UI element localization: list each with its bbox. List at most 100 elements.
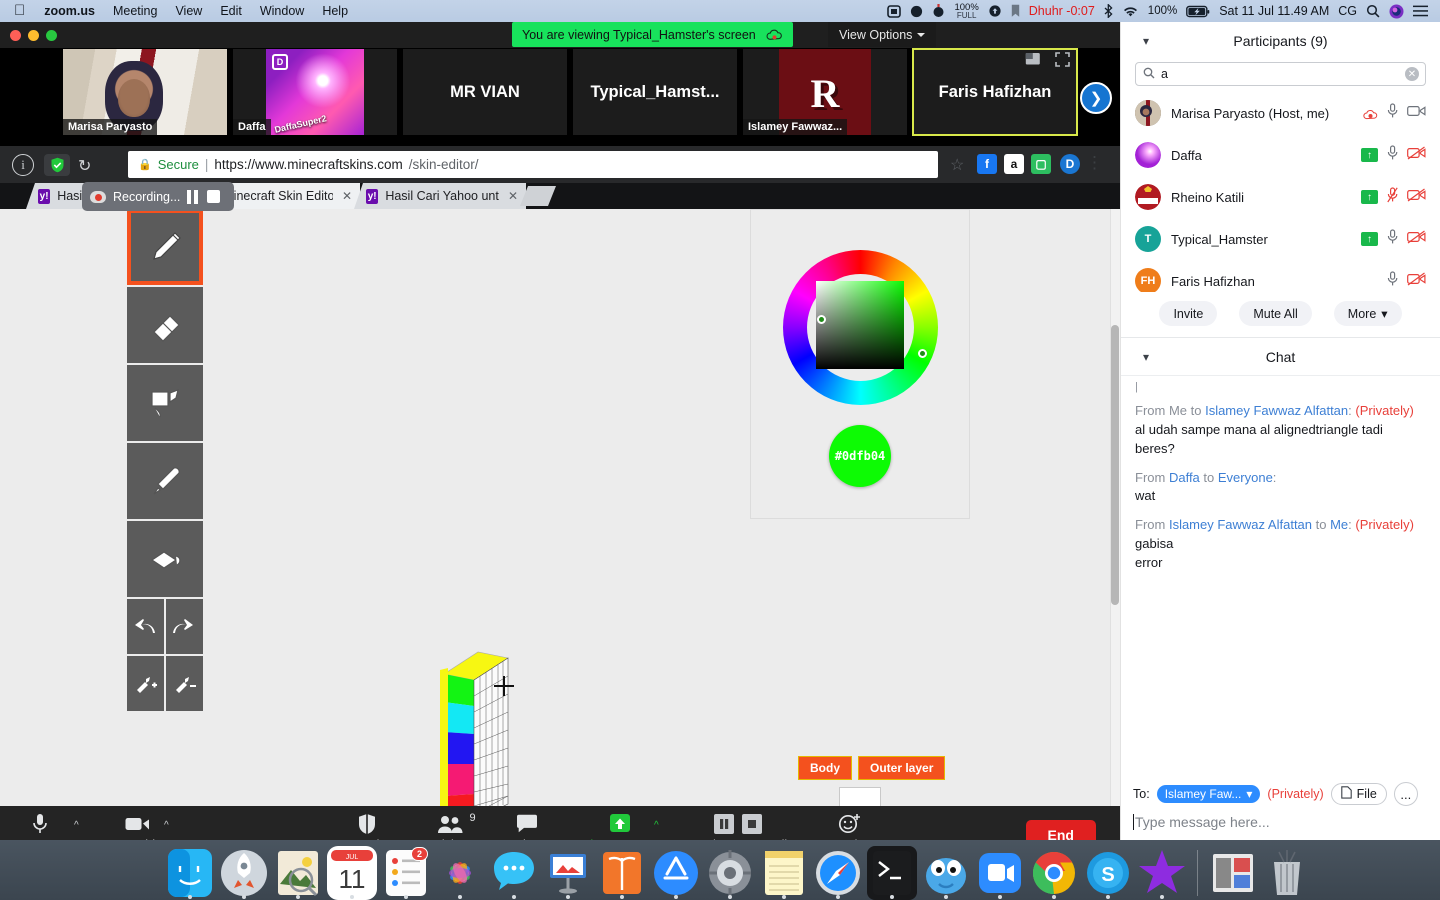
maximize-window-button[interactable] (46, 29, 57, 41)
pause-icon[interactable] (187, 189, 200, 204)
thumbnail-typical-hamster[interactable]: Typical_Hamst... (572, 48, 738, 136)
dock-item-system-preferences[interactable] (705, 846, 755, 900)
battery-icon[interactable] (1186, 5, 1210, 18)
hue-selector-handle[interactable] (918, 349, 927, 358)
dock-item-notes[interactable] (759, 846, 809, 900)
microphone-icon[interactable] (1387, 228, 1398, 250)
dock-item-skype[interactable]: S (1083, 846, 1133, 900)
redo-button[interactable] (166, 599, 203, 654)
minimize-window-button[interactable] (28, 29, 39, 41)
thumbnail-marisa-paryasto[interactable]: Marisa Paryasto (62, 48, 228, 136)
participant-row-daffa[interactable]: Daffa ↑ (1121, 134, 1440, 176)
video-off-icon[interactable] (1407, 272, 1426, 291)
dock-item-gimp[interactable] (921, 846, 971, 900)
saturation-value-square[interactable] (816, 281, 904, 369)
reload-icon[interactable]: ↻ (78, 156, 91, 176)
participants-list[interactable]: Marisa Paryasto (Host, me) Daffa ↑ Rhein… (1121, 92, 1440, 292)
fullscreen-icon[interactable] (1055, 52, 1070, 72)
thumbnail-islamey-fawwaz[interactable]: R Islamey Fawwaz... (742, 48, 908, 136)
dock-item-app-store[interactable] (651, 846, 701, 900)
chat-message-list[interactable]: | From Me to Islamey Fawwaz Alfattan: (P… (1121, 376, 1440, 626)
tab-outer-layer[interactable]: Outer layer (858, 756, 946, 780)
chat-more-options-button[interactable]: ... (1393, 782, 1418, 806)
dock-item-safari[interactable] (813, 846, 863, 900)
video-off-icon[interactable] (1407, 230, 1426, 249)
thumbnail-mr-vian[interactable]: MR VIAN (402, 48, 568, 136)
eraser-tool[interactable] (127, 287, 203, 363)
bookmark-icon[interactable] (1011, 4, 1020, 18)
control-center-icon[interactable] (1413, 5, 1428, 17)
stop-icon[interactable] (207, 190, 221, 203)
close-window-button[interactable] (10, 29, 21, 41)
video-off-icon[interactable] (1407, 188, 1426, 207)
current-color-swatch[interactable]: #0dfb04 (829, 425, 891, 487)
search-icon[interactable] (1366, 4, 1380, 18)
mute-all-button[interactable]: Mute All (1239, 301, 1312, 326)
undo-button[interactable] (127, 599, 164, 654)
close-tab-icon[interactable]: ✕ (342, 189, 352, 203)
invite-button[interactable]: Invite (1159, 301, 1218, 326)
more-button[interactable]: More ▾ (1333, 301, 1402, 326)
minimize-thumbnails-icon[interactable] (1025, 52, 1041, 72)
file-button[interactable]: File (1330, 783, 1387, 805)
video-camera-icon[interactable] (1407, 104, 1426, 123)
menubar-item-help[interactable]: Help (313, 4, 357, 18)
page-info-icon[interactable]: i (12, 154, 34, 176)
participant-row-rheino[interactable]: Rheino Katili ↑ (1121, 176, 1440, 218)
dock-item-imovie[interactable] (1137, 846, 1187, 900)
skin-part-head[interactable] (839, 787, 881, 806)
dock-item-reminders[interactable]: 2 (381, 846, 431, 900)
screen-mirror-icon[interactable] (887, 4, 902, 18)
chevron-down-icon[interactable]: ▾ (1143, 34, 1149, 48)
chat-message-input[interactable]: Type message here... (1133, 814, 1429, 830)
dock-item-ibooks[interactable] (597, 846, 647, 900)
dock-item-keynote[interactable] (543, 846, 593, 900)
recipient-dropdown[interactable]: Islamey Faw... ▾ (1156, 785, 1261, 803)
page-scrollbar-thumb[interactable] (1111, 325, 1119, 605)
sv-selector-handle[interactable] (817, 315, 826, 324)
view-options-button[interactable]: View Options (828, 22, 937, 47)
microphone-icon[interactable] (1387, 270, 1398, 292)
chevron-down-icon[interactable]: ▾ (1143, 350, 1149, 364)
disconnect-icon[interactable]: D (1060, 154, 1080, 174)
menubar-item-view[interactable]: View (166, 4, 211, 18)
dock-item-launchpad[interactable] (219, 846, 269, 900)
video-off-icon[interactable] (1407, 146, 1426, 165)
eyedropper-tool[interactable] (127, 443, 203, 519)
video-options-caret[interactable]: ^ (164, 820, 169, 831)
adblock-shield-icon[interactable] (44, 154, 70, 176)
microphone-icon[interactable] (1387, 144, 1398, 166)
bookmark-star-icon[interactable]: ☆ (950, 155, 964, 175)
share-options-caret[interactable]: ^ (654, 820, 659, 831)
dock-item-terminal[interactable] (867, 846, 917, 900)
next-participants-button[interactable]: ❯ (1080, 82, 1112, 114)
menubar-item-meeting[interactable]: Meeting (104, 4, 166, 18)
participant-row-typical-hamster[interactable]: T Typical_Hamster ↑ (1121, 218, 1440, 260)
dock-item-trash[interactable] (1262, 846, 1312, 900)
participant-row-faris[interactable]: FH Faris Hafizhan (1121, 260, 1440, 292)
microphone-muted-icon[interactable] (1387, 186, 1398, 208)
skin-3d-preview[interactable] (432, 644, 532, 806)
amazon-icon[interactable]: a (1004, 154, 1024, 174)
siri-icon[interactable] (1389, 4, 1404, 19)
participant-row-marisa[interactable]: Marisa Paryasto (Host, me) (1121, 92, 1440, 134)
audio-options-caret[interactable]: ^ (74, 820, 79, 831)
raise-hand-icon[interactable]: ↑ (1361, 190, 1378, 204)
dock-item-photos[interactable] (435, 846, 485, 900)
dock-item-finder[interactable] (165, 846, 215, 900)
prayer-time-indicator[interactable]: Dhuhr -0:07 (1029, 4, 1095, 18)
apple-icon[interactable]:  (8, 3, 35, 20)
dock-item-calendar[interactable]: JUL 11 (327, 846, 377, 900)
clock-datetime[interactable]: Sat 11 Jul 11.49 AM (1219, 4, 1329, 18)
dock-item-downloads[interactable] (1208, 846, 1258, 900)
paint-bucket-tool[interactable] (127, 521, 203, 597)
dropbox-icon[interactable] (910, 5, 923, 18)
raise-hand-icon[interactable]: ↑ (1361, 232, 1378, 246)
dock-item-chrome[interactable] (1029, 846, 1079, 900)
menubar-item-window[interactable]: Window (251, 4, 313, 18)
raise-hand-icon[interactable]: ↑ (1361, 148, 1378, 162)
wifi-icon[interactable] (1122, 5, 1139, 18)
search-input[interactable]: a ✕ (1135, 62, 1426, 86)
dock-item-zoom[interactable] (975, 846, 1025, 900)
chrome-menu-icon[interactable]: ⋮ (1086, 154, 1103, 171)
